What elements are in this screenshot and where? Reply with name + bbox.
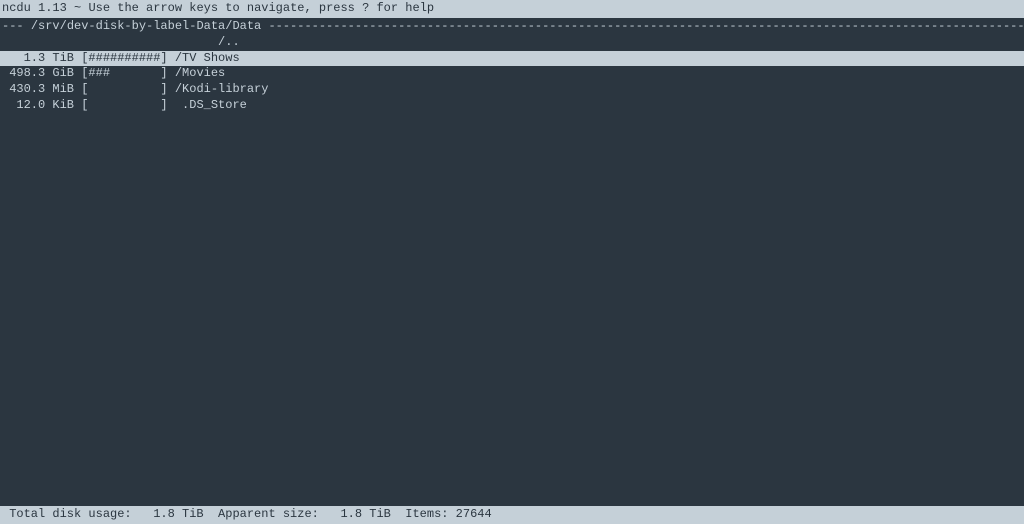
title-bar: ncdu 1.13 ~ Use the arrow keys to naviga… — [0, 0, 1024, 18]
items-count: 27644 — [448, 507, 491, 521]
total-usage-value: 1.8 TiB — [132, 507, 204, 521]
app-version: 1.13 — [38, 1, 67, 15]
current-path: /srv/dev-disk-by-label-Data/Data — [31, 19, 261, 33]
file-row[interactable]: 430.3 MiB [ ] /Kodi-library — [0, 82, 1024, 98]
help-hint: Use the arrow keys to navigate, press ? … — [88, 1, 434, 15]
file-size: 1.3 TiB — [2, 51, 74, 65]
apparent-size-value: 1.8 TiB — [319, 507, 391, 521]
file-list[interactable]: /.. 1.3 TiB [##########] /TV Shows 498.3… — [0, 35, 1024, 113]
size-bar: [##########] — [74, 51, 175, 65]
title-separator: ~ — [67, 1, 89, 15]
file-name: /Kodi-library — [175, 82, 269, 96]
path-prefix: --- — [2, 19, 31, 33]
file-size: 430.3 MiB — [2, 82, 74, 96]
status-bar: Total disk usage: 1.8 TiB Apparent size:… — [0, 506, 1024, 524]
parent-dir-row[interactable]: /.. — [0, 35, 1024, 51]
path-dashes: ----------------------------------------… — [261, 19, 1024, 33]
file-row[interactable]: 12.0 KiB [ ] .DS_Store — [0, 98, 1024, 114]
app-name: ncdu — [2, 1, 31, 15]
file-name: /Movies — [175, 66, 225, 80]
apparent-size-label: Apparent size: — [204, 507, 319, 521]
file-name: /TV Shows — [175, 51, 240, 65]
file-row[interactable]: 498.3 GiB [### ] /Movies — [0, 66, 1024, 82]
file-size: 498.3 GiB — [2, 66, 74, 80]
total-usage-label: Total disk usage: — [2, 507, 132, 521]
size-bar: [ ] — [74, 98, 175, 112]
size-bar: [### ] — [74, 66, 175, 80]
file-size: 12.0 KiB — [2, 98, 74, 112]
items-label: Items: — [391, 507, 449, 521]
size-bar: [ ] — [74, 82, 175, 96]
file-row[interactable]: 1.3 TiB [##########] /TV Shows — [0, 51, 1024, 67]
path-bar: --- /srv/dev-disk-by-label-Data/Data ---… — [0, 18, 1024, 36]
file-name: .DS_Store — [175, 98, 247, 112]
